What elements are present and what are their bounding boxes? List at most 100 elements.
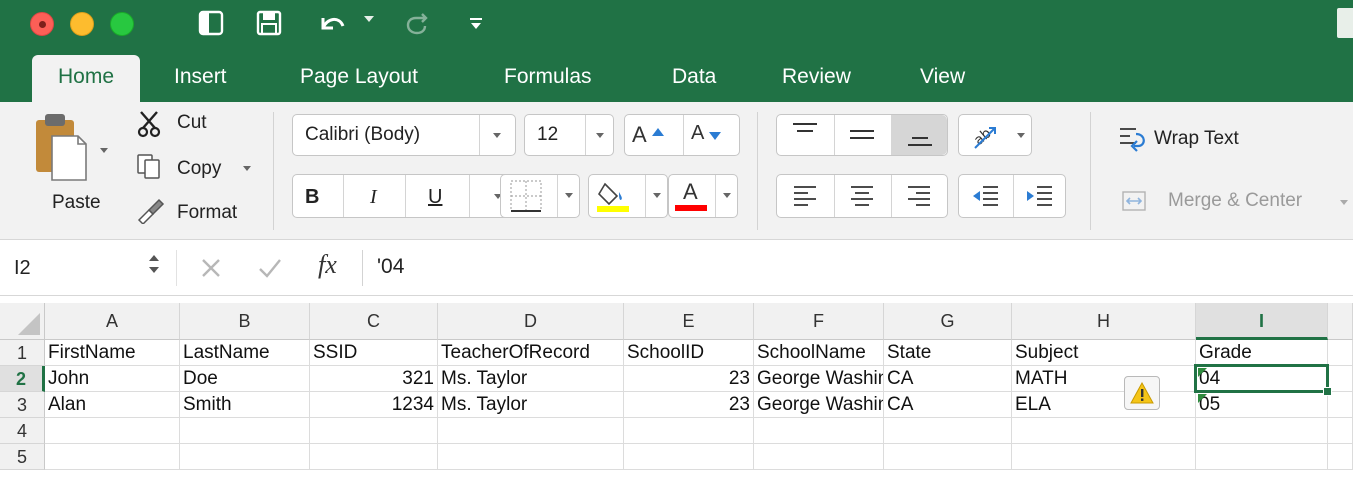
- cell-d2[interactable]: Ms. Taylor: [438, 366, 624, 392]
- column-header-e[interactable]: E: [624, 303, 754, 340]
- formula-input[interactable]: '04: [377, 255, 404, 279]
- cut-button[interactable]: Cut: [135, 108, 255, 138]
- column-header-g[interactable]: G: [884, 303, 1012, 340]
- cell-d5[interactable]: [438, 444, 624, 470]
- cell-filler[interactable]: [1328, 340, 1353, 366]
- row-header-5[interactable]: 5: [0, 444, 45, 470]
- borders-button[interactable]: [500, 174, 580, 218]
- cell-e5[interactable]: [624, 444, 754, 470]
- copy-button[interactable]: Copy: [135, 152, 265, 182]
- cell-e1[interactable]: SchoolID: [624, 340, 754, 366]
- row-header-4[interactable]: 4: [0, 418, 45, 444]
- cell-h2[interactable]: MATH: [1012, 366, 1196, 392]
- tab-review[interactable]: Review: [782, 55, 851, 102]
- row-header-1[interactable]: 1: [0, 340, 45, 366]
- customize-toolbar-icon[interactable]: [466, 8, 486, 38]
- column-header-c[interactable]: C: [310, 303, 438, 340]
- cell-filler[interactable]: [1328, 444, 1353, 470]
- column-header-h[interactable]: H: [1012, 303, 1196, 340]
- cell-g3[interactable]: CA: [884, 392, 1012, 418]
- cell-f5[interactable]: [754, 444, 884, 470]
- cell-e2[interactable]: 23: [624, 366, 754, 392]
- minimize-window-button[interactable]: [70, 12, 94, 36]
- cell-a2[interactable]: John: [45, 366, 180, 392]
- cell-h5[interactable]: [1012, 444, 1196, 470]
- cell-g1[interactable]: State: [884, 340, 1012, 366]
- cell-a1[interactable]: FirstName: [45, 340, 180, 366]
- cell-b1[interactable]: LastName: [180, 340, 310, 366]
- cell-c1[interactable]: SSID: [310, 340, 438, 366]
- cell-f3[interactable]: George Washington: [754, 392, 884, 418]
- undo-dropdown-icon[interactable]: [364, 16, 374, 22]
- fill-color-button[interactable]: [588, 174, 668, 218]
- column-header-f[interactable]: F: [754, 303, 884, 340]
- column-header-i[interactable]: I: [1196, 303, 1328, 340]
- cell-e3[interactable]: 23: [624, 392, 754, 418]
- font-size-select[interactable]: 12: [524, 114, 614, 156]
- increase-font-size-button[interactable]: A: [632, 122, 676, 150]
- cell-a5[interactable]: [45, 444, 180, 470]
- row-header-2[interactable]: 2: [0, 366, 45, 392]
- column-header-d[interactable]: D: [438, 303, 624, 340]
- confirm-icon[interactable]: [258, 257, 282, 279]
- tab-home[interactable]: Home: [32, 55, 141, 102]
- cell-d4[interactable]: [438, 418, 624, 444]
- align-bottom-button[interactable]: [891, 115, 947, 155]
- cell-c5[interactable]: [310, 444, 438, 470]
- row-header-3[interactable]: 3: [0, 392, 45, 418]
- column-header-a[interactable]: A: [45, 303, 180, 340]
- save-icon[interactable]: [254, 8, 284, 38]
- underline-button[interactable]: U: [428, 186, 458, 210]
- cell-e4[interactable]: [624, 418, 754, 444]
- wrap-text-button[interactable]: Wrap Text: [1118, 124, 1298, 154]
- maximize-window-button[interactable]: [110, 12, 134, 36]
- tab-page-layout[interactable]: Page Layout: [300, 55, 418, 102]
- sidebar-toggle-icon[interactable]: [196, 8, 226, 38]
- column-header-b[interactable]: B: [180, 303, 310, 340]
- align-top-button[interactable]: [776, 114, 833, 156]
- italic-button[interactable]: I: [370, 186, 400, 210]
- fill-handle[interactable]: [1323, 387, 1332, 396]
- cell-c4[interactable]: [310, 418, 438, 444]
- cell-b5[interactable]: [180, 444, 310, 470]
- cell-i1[interactable]: Grade: [1196, 340, 1328, 366]
- font-color-button[interactable]: A: [668, 174, 738, 218]
- cell-f4[interactable]: [754, 418, 884, 444]
- cell-a3[interactable]: Alan: [45, 392, 180, 418]
- tab-view[interactable]: View: [920, 55, 965, 102]
- name-box[interactable]: I2: [0, 240, 175, 296]
- align-left-button[interactable]: [776, 174, 833, 218]
- cell-i4[interactable]: [1196, 418, 1328, 444]
- cell-d3[interactable]: Ms. Taylor: [438, 392, 624, 418]
- tab-formulas[interactable]: Formulas: [504, 55, 592, 102]
- cell-g2[interactable]: CA: [884, 366, 1012, 392]
- cell-f2[interactable]: George Washington: [754, 366, 884, 392]
- copy-dropdown-icon[interactable]: [243, 166, 251, 171]
- decrease-indent-button[interactable]: [958, 174, 1012, 218]
- align-right-button[interactable]: [890, 174, 947, 218]
- cell-g4[interactable]: [884, 418, 1012, 444]
- cell-i2[interactable]: 04: [1196, 366, 1328, 392]
- select-all-corner[interactable]: [0, 303, 45, 340]
- cell-filler[interactable]: [1328, 418, 1353, 444]
- cell-f1[interactable]: SchoolName: [754, 340, 884, 366]
- cell-i5[interactable]: [1196, 444, 1328, 470]
- insert-function-button[interactable]: fx: [318, 250, 337, 280]
- cell-d1[interactable]: TeacherOfRecord: [438, 340, 624, 366]
- font-family-select[interactable]: Calibri (Body): [292, 114, 516, 156]
- cell-h3[interactable]: ELA: [1012, 392, 1196, 418]
- cell-h1[interactable]: Subject: [1012, 340, 1196, 366]
- bold-button[interactable]: B: [305, 186, 335, 210]
- paste-button[interactable]: Paste: [30, 110, 118, 220]
- close-window-button[interactable]: [30, 12, 54, 36]
- cell-g5[interactable]: [884, 444, 1012, 470]
- paste-dropdown-icon[interactable]: [100, 148, 108, 153]
- undo-icon[interactable]: [316, 8, 348, 38]
- align-center-button[interactable]: [833, 174, 890, 218]
- cell-c2[interactable]: 321: [310, 366, 438, 392]
- cell-i3[interactable]: 05: [1196, 392, 1328, 418]
- cell-b3[interactable]: Smith: [180, 392, 310, 418]
- format-painter-button[interactable]: Format: [135, 196, 255, 226]
- error-checking-button[interactable]: [1124, 376, 1160, 410]
- decrease-font-size-button[interactable]: A: [691, 122, 735, 150]
